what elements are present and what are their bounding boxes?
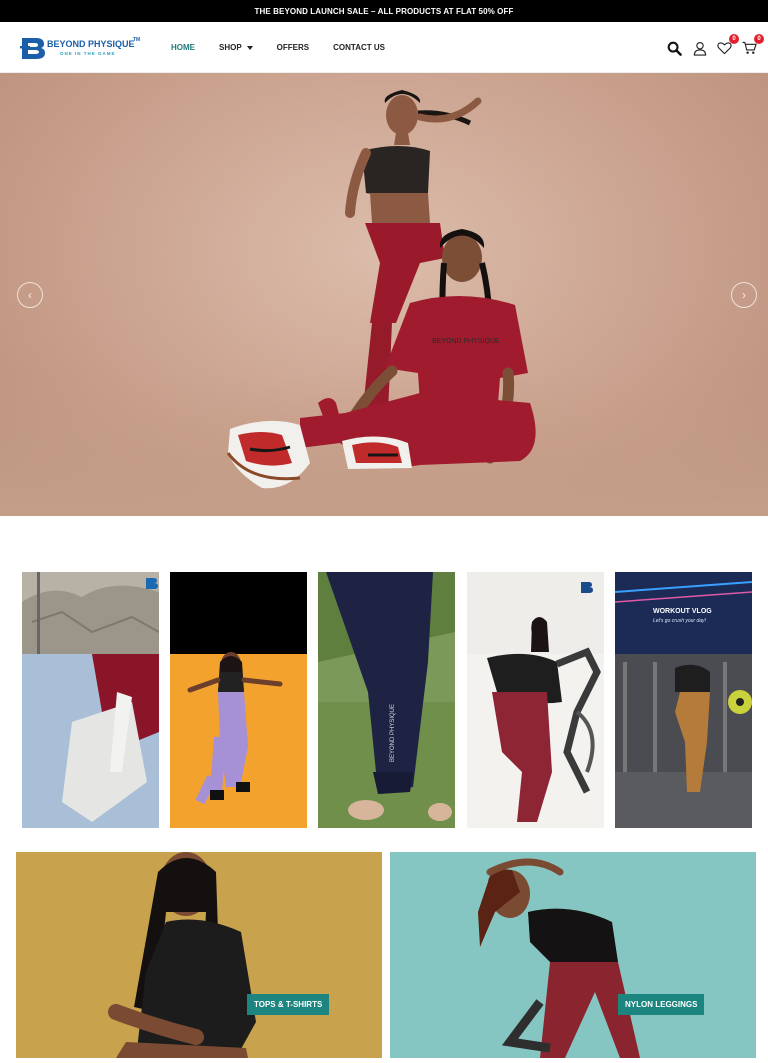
chevron-left-icon: ‹	[28, 288, 32, 302]
category-leggings-button[interactable]: NYLON LEGGINGS	[618, 994, 705, 1015]
brand-logo[interactable]: BEYOND PHYSIQUE TM ONE IN THE GAME	[20, 34, 142, 62]
main-nav: HOME SHOP OFFERS CONTACT US	[171, 22, 409, 73]
gallery-image	[467, 572, 604, 828]
nav-offers[interactable]: OFFERS	[277, 43, 309, 52]
brand-mark-icon	[581, 582, 593, 593]
wishlist-count-badge: 0	[729, 33, 739, 44]
nav-home-label: HOME	[171, 43, 195, 52]
brand-tm: TM	[133, 37, 140, 43]
header-icons: 0 0	[666, 33, 764, 60]
search-button[interactable]	[666, 40, 683, 57]
nav-shop-label: SHOP	[219, 43, 242, 52]
vlog-title: WORKOUT VLOG	[653, 608, 712, 615]
brand-mark-icon	[146, 578, 158, 589]
hero-slider[interactable]: BEYOND PHYSIQUE ‹ ›	[0, 73, 768, 516]
reels-gallery: BEYOND PHYSIQUE WORKOUT VLOG Let's go cr…	[0, 572, 768, 828]
vlog-subtitle: Let's go crush your day!	[653, 618, 706, 624]
slider-prev-button[interactable]: ‹	[17, 282, 43, 308]
nav-contact-label: CONTACT US	[333, 43, 385, 52]
user-icon	[693, 41, 706, 56]
account-button[interactable]	[691, 40, 708, 57]
cart-icon	[742, 41, 757, 54]
nav-home[interactable]: HOME	[171, 43, 195, 52]
nav-offers-label: OFFERS	[276, 43, 310, 52]
gallery-tile-leggings[interactable]: BEYOND PHYSIQUE	[318, 572, 455, 828]
category-tops-button[interactable]: TOPS & T-SHIRTS	[247, 994, 330, 1015]
chevron-down-icon	[246, 45, 253, 50]
category-banner-tops[interactable]: TOPS & T-SHIRTS	[16, 852, 382, 1058]
site-header: BEYOND PHYSIQUE TM ONE IN THE GAME HOME …	[0, 22, 768, 73]
gallery-image: BEYOND PHYSIQUE	[318, 572, 455, 828]
category-image	[390, 852, 756, 1058]
gallery-tile-workout-vlog[interactable]: WORKOUT VLOG Let's go crush your day!	[615, 572, 752, 828]
category-banner-leggings[interactable]: NYLON LEGGINGS	[390, 852, 756, 1058]
nav-shop[interactable]: SHOP	[219, 43, 253, 52]
gallery-image	[22, 572, 159, 828]
category-image	[16, 852, 382, 1058]
gallery-tile-orange-dance[interactable]	[170, 572, 307, 828]
cart-count-badge: 0	[754, 33, 764, 44]
gallery-tile-elliptical[interactable]	[467, 572, 604, 828]
brand-tagline: ONE IN THE GAME	[60, 51, 116, 56]
hero-image: BEYOND PHYSIQUE	[226, 90, 536, 489]
brand-name: BEYOND PHYSIQUE	[47, 39, 135, 49]
chevron-right-icon: ›	[742, 288, 746, 302]
wishlist-button[interactable]: 0	[716, 33, 739, 57]
heart-icon	[717, 42, 732, 55]
nav-contact[interactable]: CONTACT US	[333, 43, 385, 52]
logo-mark-icon	[20, 38, 45, 59]
announcement-bar: THE BEYOND LAUNCH SALE – ALL PRODUCTS AT…	[0, 0, 768, 22]
cart-button[interactable]: 0	[741, 33, 764, 57]
legging-print: BEYOND PHYSIQUE	[390, 704, 396, 762]
announcement-text: THE BEYOND LAUNCH SALE – ALL PRODUCTS AT…	[254, 6, 514, 16]
slider-next-button[interactable]: ›	[731, 282, 757, 308]
hero-shirt-print: BEYOND PHYSIQUE	[432, 338, 500, 345]
gallery-image	[170, 572, 307, 828]
search-icon	[667, 41, 682, 56]
gallery-tile-rock-climb[interactable]	[22, 572, 159, 828]
